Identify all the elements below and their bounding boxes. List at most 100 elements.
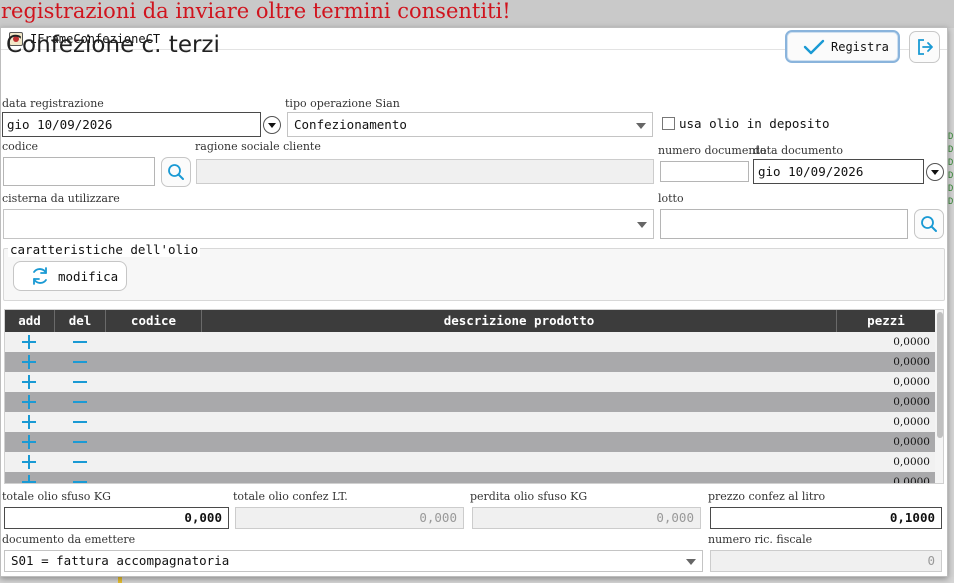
cell-add — [5, 332, 55, 352]
cell-codice[interactable] — [106, 472, 202, 483]
cell-add — [5, 452, 55, 472]
data-registrazione-dropdown[interactable] — [263, 116, 281, 134]
search-icon — [168, 164, 184, 180]
prezzo-confez-field[interactable]: 0,1000 — [710, 507, 942, 529]
plus-icon[interactable] — [22, 355, 36, 369]
minus-icon[interactable] — [73, 461, 87, 463]
cell-codice[interactable] — [106, 452, 202, 472]
minus-icon[interactable] — [73, 481, 87, 483]
plus-icon[interactable] — [22, 435, 36, 449]
plus-icon[interactable] — [22, 335, 36, 349]
minus-icon[interactable] — [73, 361, 87, 363]
data-documento-dropdown[interactable] — [926, 163, 944, 181]
column-header-pezzi[interactable]: pezzi — [837, 310, 935, 332]
scrollbar-thumb[interactable] — [937, 312, 943, 438]
cell-del — [55, 392, 106, 412]
table-row[interactable]: 0,0000 — [5, 412, 935, 432]
modifica-button[interactable]: modifica — [13, 261, 127, 291]
caratteristiche-legend: caratteristiche dell'olio — [8, 242, 201, 257]
ragione-sociale-label: ragione sociale cliente — [195, 140, 321, 153]
background-side-mark: D/ — [948, 145, 954, 155]
cell-codice[interactable] — [106, 352, 202, 372]
totale-olio-sfuso-field[interactable]: 0,000 — [4, 507, 229, 529]
cell-del — [55, 352, 106, 372]
refresh-icon — [33, 267, 47, 285]
numero-documento-input[interactable] — [660, 161, 749, 182]
table-row[interactable]: 0,0000 — [5, 452, 935, 472]
products-table: add del codice descrizione prodotto pezz… — [4, 309, 944, 484]
plus-icon[interactable] — [22, 415, 36, 429]
exit-button[interactable] — [909, 31, 940, 63]
chevron-down-icon — [637, 222, 647, 228]
table-row[interactable]: 0,0000 — [5, 472, 935, 483]
cell-pezzi[interactable]: 0,0000 — [837, 332, 935, 352]
background-mark — [118, 577, 122, 583]
cell-pezzi[interactable]: 0,0000 — [837, 392, 935, 412]
minus-icon[interactable] — [73, 381, 87, 383]
table-row[interactable]: 0,0000 — [5, 332, 935, 352]
cell-pezzi[interactable]: 0,0000 — [837, 452, 935, 472]
cell-pezzi[interactable]: 0,0000 — [837, 412, 935, 432]
ric-fiscale-label: numero ric. fiscale — [708, 533, 813, 546]
cell-del — [55, 432, 106, 452]
plus-icon[interactable] — [22, 475, 36, 483]
codice-search-button[interactable] — [161, 157, 191, 187]
minus-icon[interactable] — [73, 421, 87, 423]
documento-value: S01 = fattura accompagnatoria — [11, 553, 230, 568]
minus-icon[interactable] — [73, 401, 87, 403]
cell-codice[interactable] — [106, 412, 202, 432]
lotto-input[interactable] — [660, 209, 908, 239]
table-scrollbar[interactable] — [935, 310, 943, 483]
cell-descrizione[interactable] — [202, 452, 837, 472]
cell-codice[interactable] — [106, 372, 202, 392]
cell-descrizione[interactable] — [202, 412, 837, 432]
column-header-descrizione[interactable]: descrizione prodotto — [202, 310, 837, 332]
cell-add — [5, 372, 55, 392]
registra-button[interactable]: Registra — [785, 30, 900, 63]
column-header-del[interactable]: del — [55, 310, 106, 332]
cell-pezzi[interactable]: 0,0000 — [837, 472, 935, 483]
cell-pezzi[interactable]: 0,0000 — [837, 372, 935, 392]
plus-icon[interactable] — [22, 395, 36, 409]
background-side-strip: D/D/D/D/D/D/ — [948, 28, 954, 583]
cell-codice[interactable] — [106, 332, 202, 352]
registra-label: Registra — [831, 39, 889, 54]
cell-descrizione[interactable] — [202, 432, 837, 452]
table-row[interactable]: 0,0000 — [5, 392, 935, 412]
data-documento-field[interactable]: gio 10/09/2026 — [753, 159, 924, 184]
prezzo-confez-label: prezzo confez al litro — [708, 490, 826, 503]
cell-descrizione[interactable] — [202, 372, 837, 392]
cell-codice[interactable] — [106, 432, 202, 452]
cell-del — [55, 452, 106, 472]
cell-del — [55, 472, 106, 483]
table-row[interactable]: 0,0000 — [5, 352, 935, 372]
plus-icon[interactable] — [22, 455, 36, 469]
column-header-add[interactable]: add — [5, 310, 55, 332]
table-row[interactable]: 0,0000 — [5, 372, 935, 392]
cell-descrizione[interactable] — [202, 332, 837, 352]
documento-select[interactable]: S01 = fattura accompagnatoria — [4, 550, 703, 572]
chevron-down-icon — [636, 123, 646, 129]
cell-pezzi[interactable]: 0,0000 — [837, 432, 935, 452]
cell-descrizione[interactable] — [202, 392, 837, 412]
cisterna-select[interactable] — [3, 209, 654, 239]
cell-descrizione[interactable] — [202, 472, 837, 483]
cell-pezzi[interactable]: 0,0000 — [837, 352, 935, 372]
minus-icon[interactable] — [73, 441, 87, 443]
plus-icon[interactable] — [22, 375, 36, 389]
minus-icon[interactable] — [73, 341, 87, 343]
documento-label: documento da emettere — [2, 533, 136, 546]
cell-descrizione[interactable] — [202, 352, 837, 372]
table-row[interactable]: 0,0000 — [5, 432, 935, 452]
data-registrazione-field[interactable]: gio 10/09/2026 — [2, 112, 261, 137]
tipo-operazione-select[interactable]: Confezionamento — [287, 112, 653, 137]
lotto-search-button[interactable] — [914, 209, 944, 239]
cell-codice[interactable] — [106, 392, 202, 412]
background-side-mark: D/ — [948, 197, 954, 207]
tipo-operazione-value: Confezionamento — [294, 117, 407, 132]
table-header: add del codice descrizione prodotto pezz… — [5, 310, 935, 332]
table-body: 0,0000 0,0000 0,0000 0,0000 0,0000 0,0000 0,00… — [5, 332, 935, 483]
usa-olio-checkbox[interactable] — [662, 117, 675, 130]
column-header-codice[interactable]: codice — [106, 310, 202, 332]
codice-input[interactable] — [3, 157, 155, 186]
